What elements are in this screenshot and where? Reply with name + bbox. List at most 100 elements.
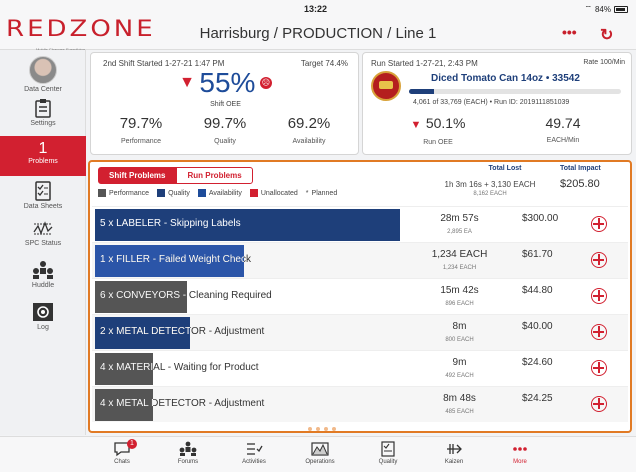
nav-label: Activities (242, 459, 266, 465)
metric-value: 79.7% (119, 115, 163, 132)
nav-quality[interactable]: Quality (358, 441, 418, 465)
problem-lost-sub: 2,895 EA (447, 229, 472, 235)
total-impact-header: Total Impact (560, 165, 601, 172)
sidebar-item-data-center[interactable]: Data Center (0, 56, 86, 93)
app-frame: 13:22 ⌔ 84% REDZONE Mobile Changes Every… (0, 0, 636, 472)
problem-lost: 8m (452, 321, 467, 332)
legend-swatch (98, 189, 106, 197)
each-min-value: 49.74 (545, 115, 581, 131)
legend-label: Planned (311, 189, 338, 197)
nav-chats[interactable]: 1 Chats (92, 439, 152, 465)
sidebar-item-spc-status[interactable]: SPC Status (0, 220, 86, 247)
more-dots-icon (513, 447, 527, 451)
nav-operations[interactable]: Operations (290, 441, 350, 465)
sidebar-item-log[interactable]: Log (0, 302, 86, 331)
total-lost-each: 8,162 EACH (473, 191, 507, 197)
run-panel: Run Started 1-27-21, 2:43 PM Rate 100/Mi… (362, 52, 632, 155)
problems-count: 1 (38, 140, 48, 157)
sad-face-icon: ☹ (259, 77, 272, 89)
nav-label: Quality (378, 459, 398, 465)
problem-label-overlay: 4 x MATERIAL - Waiting for Product (100, 362, 153, 373)
page-title: Harrisburg / PRODUCTION / Line 1 (199, 25, 437, 42)
run-count-text: 4,061 of 33,769 (EACH) • Run ID: 2019111… (413, 99, 570, 106)
add-problem-icon[interactable] (591, 216, 607, 232)
nav-forums[interactable]: Forums (158, 441, 218, 465)
problem-lost: 1,234 EACH (431, 249, 488, 260)
battery-percent: 84% (594, 4, 611, 14)
problem-impact: $24.25 (522, 393, 553, 404)
problem-lost-sub: 485 EACH (445, 409, 474, 415)
metric-label: Availability (292, 138, 326, 145)
status-indicators: ⌔ 84% (584, 4, 628, 14)
product-name: Diced Tomato Can 14oz • 33542 (431, 73, 580, 84)
page-dot[interactable] (324, 427, 328, 431)
problem-lost: 15m 42s (440, 285, 479, 296)
clipboard-icon (35, 99, 51, 118)
problem-row[interactable]: 6 x CONVEYORS - Cleaning Required 6 x CO… (92, 278, 628, 314)
sidebar-item-label: Log (37, 324, 49, 331)
problem-impact: $300.00 (522, 213, 559, 224)
each-min-label: EACH/Min (546, 137, 580, 144)
add-problem-icon[interactable] (591, 324, 607, 340)
add-problem-icon[interactable] (591, 288, 607, 304)
legend-label: Quality (168, 189, 190, 197)
forums-icon (179, 441, 197, 456)
nav-label: Operations (305, 459, 335, 465)
sidebar-item-data-sheets[interactable]: Data Sheets (0, 181, 86, 210)
problem-impact: $61.70 (522, 249, 553, 260)
problem-row[interactable]: 2 x METAL DETECTOR - Adjustment 2 x META… (92, 314, 628, 350)
problem-row[interactable]: 5 x LABELER - Skipping Labels 28m 57s 2,… (92, 206, 628, 242)
page-dot[interactable] (300, 427, 304, 431)
spc-chart-icon (33, 221, 53, 235)
nav-kaizen[interactable]: Kaizen (424, 441, 484, 465)
refresh-button[interactable]: ↻ (600, 25, 613, 45)
sidebar-item-label: SPC Status (24, 240, 62, 247)
problem-lost-sub: 1,234 EACH (442, 265, 477, 271)
page-dot[interactable] (332, 427, 336, 431)
nav-more[interactable]: More (490, 441, 550, 465)
problem-row[interactable]: 4 x MATERIAL - Waiting for Product 4 x M… (92, 350, 628, 386)
metric-quality: 99.7% Quality (185, 115, 265, 145)
run-oee-value: 50.1% (425, 115, 466, 131)
problem-row[interactable]: 4 x METAL DETECTOR - Adjustment 4 x META… (92, 386, 628, 422)
nav-label: More (513, 459, 527, 465)
problem-impact: $44.80 (522, 285, 553, 296)
sidebar-item-label: Settings (30, 120, 56, 127)
down-arrow-icon: ▼ (410, 119, 422, 131)
metric-value: 99.7% (203, 115, 247, 132)
sidebar-item-settings[interactable]: Settings (0, 98, 86, 127)
run-oee: ▼ 50.1% Run OEE (393, 115, 483, 146)
problem-lost-sub: 800 EACH (445, 337, 474, 343)
legend-swatch (249, 189, 258, 197)
sidebar-item-problems[interactable]: 1 Problems (0, 136, 86, 176)
problem-row[interactable]: 1 x FILLER - Failed Weight Check 1 x FIL… (92, 242, 628, 278)
legend-availability: Availability (197, 189, 242, 197)
tab-shift-problems[interactable]: Shift Problems (98, 167, 177, 184)
run-each-min: 49.74 EACH/Min (523, 115, 603, 144)
more-options-button[interactable]: ••• (562, 24, 577, 40)
add-problem-icon[interactable] (591, 252, 607, 268)
page-indicator (300, 427, 336, 431)
add-problem-icon[interactable] (591, 360, 607, 376)
metric-availability: 69.2% Availability (269, 115, 349, 145)
metric-value: 69.2% (287, 115, 331, 132)
nav-activities[interactable]: Activities (224, 441, 284, 465)
status-time: 13:22 (304, 4, 328, 14)
tab-run-problems[interactable]: Run Problems (176, 167, 253, 184)
product-image (371, 71, 401, 101)
problem-lost: 8m 48s (443, 393, 476, 404)
run-progress-bar (409, 89, 621, 94)
problem-label-overlay: 4 x METAL DETECTOR - Adjustment (100, 398, 153, 409)
page-dot[interactable] (308, 427, 312, 431)
sidebar-item-huddle[interactable]: Huddle (0, 260, 86, 289)
metric-label: Quality (214, 138, 236, 145)
nav-label: Kaizen (444, 459, 464, 465)
sidebar-item-label: Data Sheets (23, 203, 63, 210)
problem-lost: 28m 57s (440, 213, 479, 224)
run-rate: Rate 100/Min (583, 59, 625, 66)
run-progress-fill (409, 89, 435, 94)
header: 13:22 ⌔ 84% REDZONE Mobile Changes Every… (0, 0, 636, 52)
page-dot[interactable] (316, 427, 320, 431)
shift-oee-label: Shift OEE (210, 101, 241, 108)
add-problem-icon[interactable] (591, 396, 607, 412)
